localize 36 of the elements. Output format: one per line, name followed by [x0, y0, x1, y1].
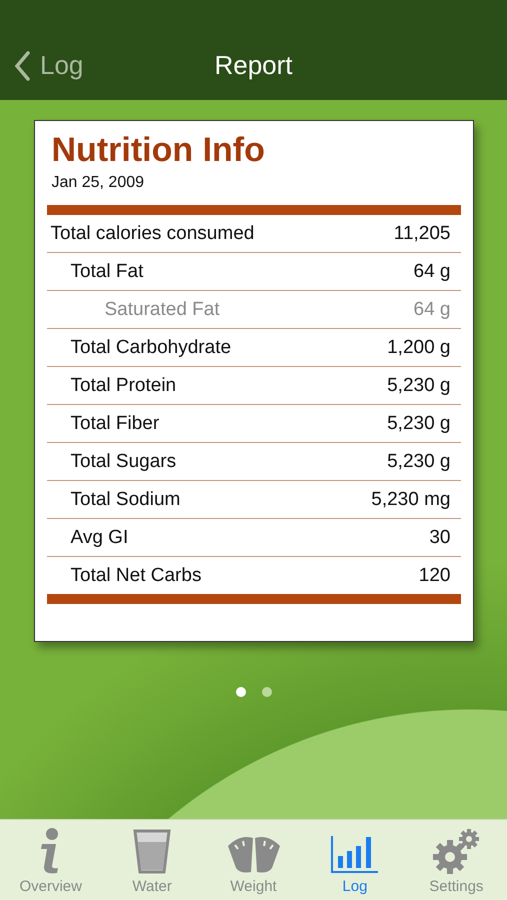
nutrient-value: 64 g: [414, 260, 450, 282]
back-button[interactable]: Log: [0, 50, 84, 81]
back-chevron-icon: [14, 50, 30, 80]
scale-icon: [226, 834, 282, 874]
tab[interactable]: Log: [304, 820, 406, 900]
nutrient-label: Total Net Carbs: [70, 564, 202, 586]
nutrient-value: 5,230 g: [387, 374, 450, 396]
bar-chart-icon: [330, 834, 380, 874]
report-date: Jan 25, 2009: [50, 174, 146, 192]
tab[interactable]: Weight: [202, 820, 304, 900]
nutrient-label: Total Carbohydrate: [70, 336, 232, 358]
nutrient-label: Total Sugars: [70, 450, 176, 472]
nutrient-value: 5,230 g: [387, 450, 450, 472]
tab[interactable]: Overview: [0, 820, 102, 900]
glass-icon: [133, 828, 172, 874]
nutrient-value: 5,230 g: [387, 412, 450, 434]
nutrient-label: Total Fiber: [70, 412, 160, 434]
nutrient-label: Total Sodium: [70, 488, 180, 510]
page-dot[interactable]: [262, 687, 272, 697]
tab[interactable]: Settings: [406, 820, 507, 900]
nutrient-value: 1,200 g: [387, 336, 450, 358]
nutrient-value: 5,230 mg: [371, 488, 450, 510]
nutrient-value: 11,205: [394, 222, 450, 244]
nutrient-value: 120: [418, 564, 450, 586]
nutrient-label: Avg GI: [70, 526, 128, 548]
page-dot[interactable]: [236, 687, 246, 697]
nutrient-label: Total Fat: [70, 260, 144, 282]
nutrient-value: 64 g: [414, 298, 450, 320]
settings-icon: [432, 828, 480, 874]
nutrient-value: 30: [429, 526, 450, 548]
card-title: Nutrition Info: [50, 131, 266, 170]
tab[interactable]: Water: [101, 820, 203, 900]
nutrient-label: Total Protein: [70, 374, 176, 396]
screen-title: Report: [214, 50, 293, 81]
nutrient-label: Total calories consumed: [50, 222, 254, 244]
nutrient-label: Saturated Fat: [104, 298, 220, 320]
